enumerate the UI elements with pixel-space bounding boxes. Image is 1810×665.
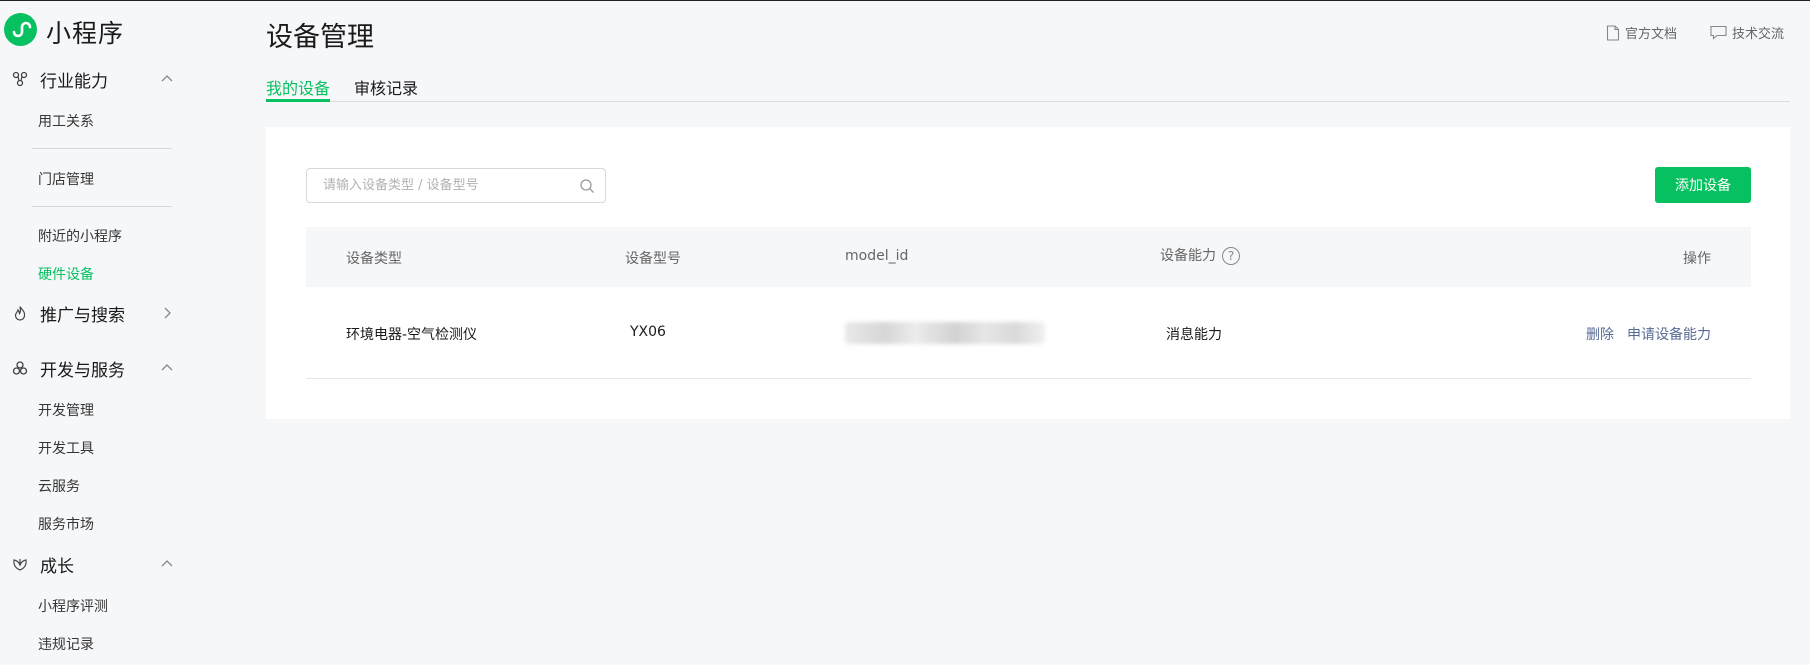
sidebar-section-dev-service[interactable]: 开发与服务 [12, 356, 125, 381]
delete-link[interactable]: 删除 [1586, 324, 1614, 344]
row-divider [306, 378, 1751, 379]
sidebar-item-violation[interactable]: 违规记录 [38, 634, 94, 654]
miniprogram-logo-icon [12, 21, 32, 38]
sidebar-item-nearby[interactable]: 附近的小程序 [38, 226, 122, 246]
table-cell-type: 环境电器-空气检测仪 [346, 327, 478, 343]
tab-divider [266, 101, 1790, 102]
sidebar-section-label: 成长 [40, 556, 74, 577]
page-title: 设备管理 [266, 22, 374, 53]
tab-audit-records[interactable]: 审核记录 [354, 75, 418, 99]
help-icon[interactable]: ? [1222, 247, 1240, 265]
tab-active-indicator [266, 99, 330, 102]
industry-icon [12, 71, 28, 87]
chevron-up-icon[interactable] [160, 72, 174, 86]
chevron-right-icon[interactable] [160, 306, 174, 320]
sidebar-item-dev-manage[interactable]: 开发管理 [38, 400, 94, 420]
sidebar-divider [32, 206, 172, 207]
promotion-icon [14, 306, 26, 321]
apply-capability-link[interactable]: 申请设备能力 [1627, 324, 1711, 344]
search-input[interactable] [323, 169, 573, 202]
table-cell-model: YX06 [630, 324, 666, 340]
app-logo [4, 13, 37, 46]
growth-icon [13, 559, 27, 571]
search-icon[interactable] [579, 178, 595, 194]
add-device-button[interactable]: 添加设备 [1655, 167, 1751, 203]
model-id-redacted [845, 322, 1045, 344]
column-header-capability: 设备能力? [1160, 245, 1240, 265]
chevron-up-icon[interactable] [160, 557, 174, 571]
docs-link[interactable]: 官方文档 [1606, 23, 1677, 42]
document-icon [1606, 24, 1620, 41]
table-cell-capability: 消息能力 [1166, 327, 1222, 343]
sidebar-item-market[interactable]: 服务市场 [38, 514, 94, 534]
sidebar-item-employment[interactable]: 用工关系 [38, 111, 94, 131]
column-header-capability-label: 设备能力 [1160, 248, 1216, 264]
community-link[interactable]: 技术交流 [1710, 23, 1784, 42]
table-header [306, 227, 1751, 287]
sidebar-section-growth[interactable]: 成长 [12, 552, 74, 577]
chat-icon [1710, 25, 1727, 40]
app-title: 小程序 [46, 19, 125, 48]
sidebar-item-hardware[interactable]: 硬件设备 [38, 264, 94, 284]
sidebar-section-label: 推广与搜索 [40, 305, 125, 326]
dev-service-icon [12, 361, 28, 375]
search-box [306, 168, 606, 203]
chevron-up-icon[interactable] [160, 361, 174, 375]
sidebar-section-label: 开发与服务 [40, 360, 125, 381]
sidebar-item-store[interactable]: 门店管理 [38, 169, 94, 189]
docs-link-label: 官方文档 [1625, 27, 1678, 42]
sidebar-item-dev-tools[interactable]: 开发工具 [38, 438, 94, 458]
column-header-action: 操作 [1683, 251, 1711, 267]
sidebar-divider [32, 148, 172, 149]
sidebar-item-review[interactable]: 小程序评测 [38, 596, 108, 616]
tab-my-devices[interactable]: 我的设备 [266, 75, 330, 99]
community-link-label: 技术交流 [1732, 27, 1785, 42]
sidebar-section-promotion[interactable]: 推广与搜索 [12, 301, 125, 326]
column-header-type: 设备类型 [346, 251, 402, 267]
sidebar-section-industry[interactable]: 行业能力 [12, 67, 108, 92]
sidebar-section-label: 行业能力 [40, 71, 108, 92]
column-header-model-id: model_id [845, 248, 909, 264]
column-header-model: 设备型号 [625, 251, 681, 267]
sidebar-item-cloud[interactable]: 云服务 [38, 476, 80, 496]
